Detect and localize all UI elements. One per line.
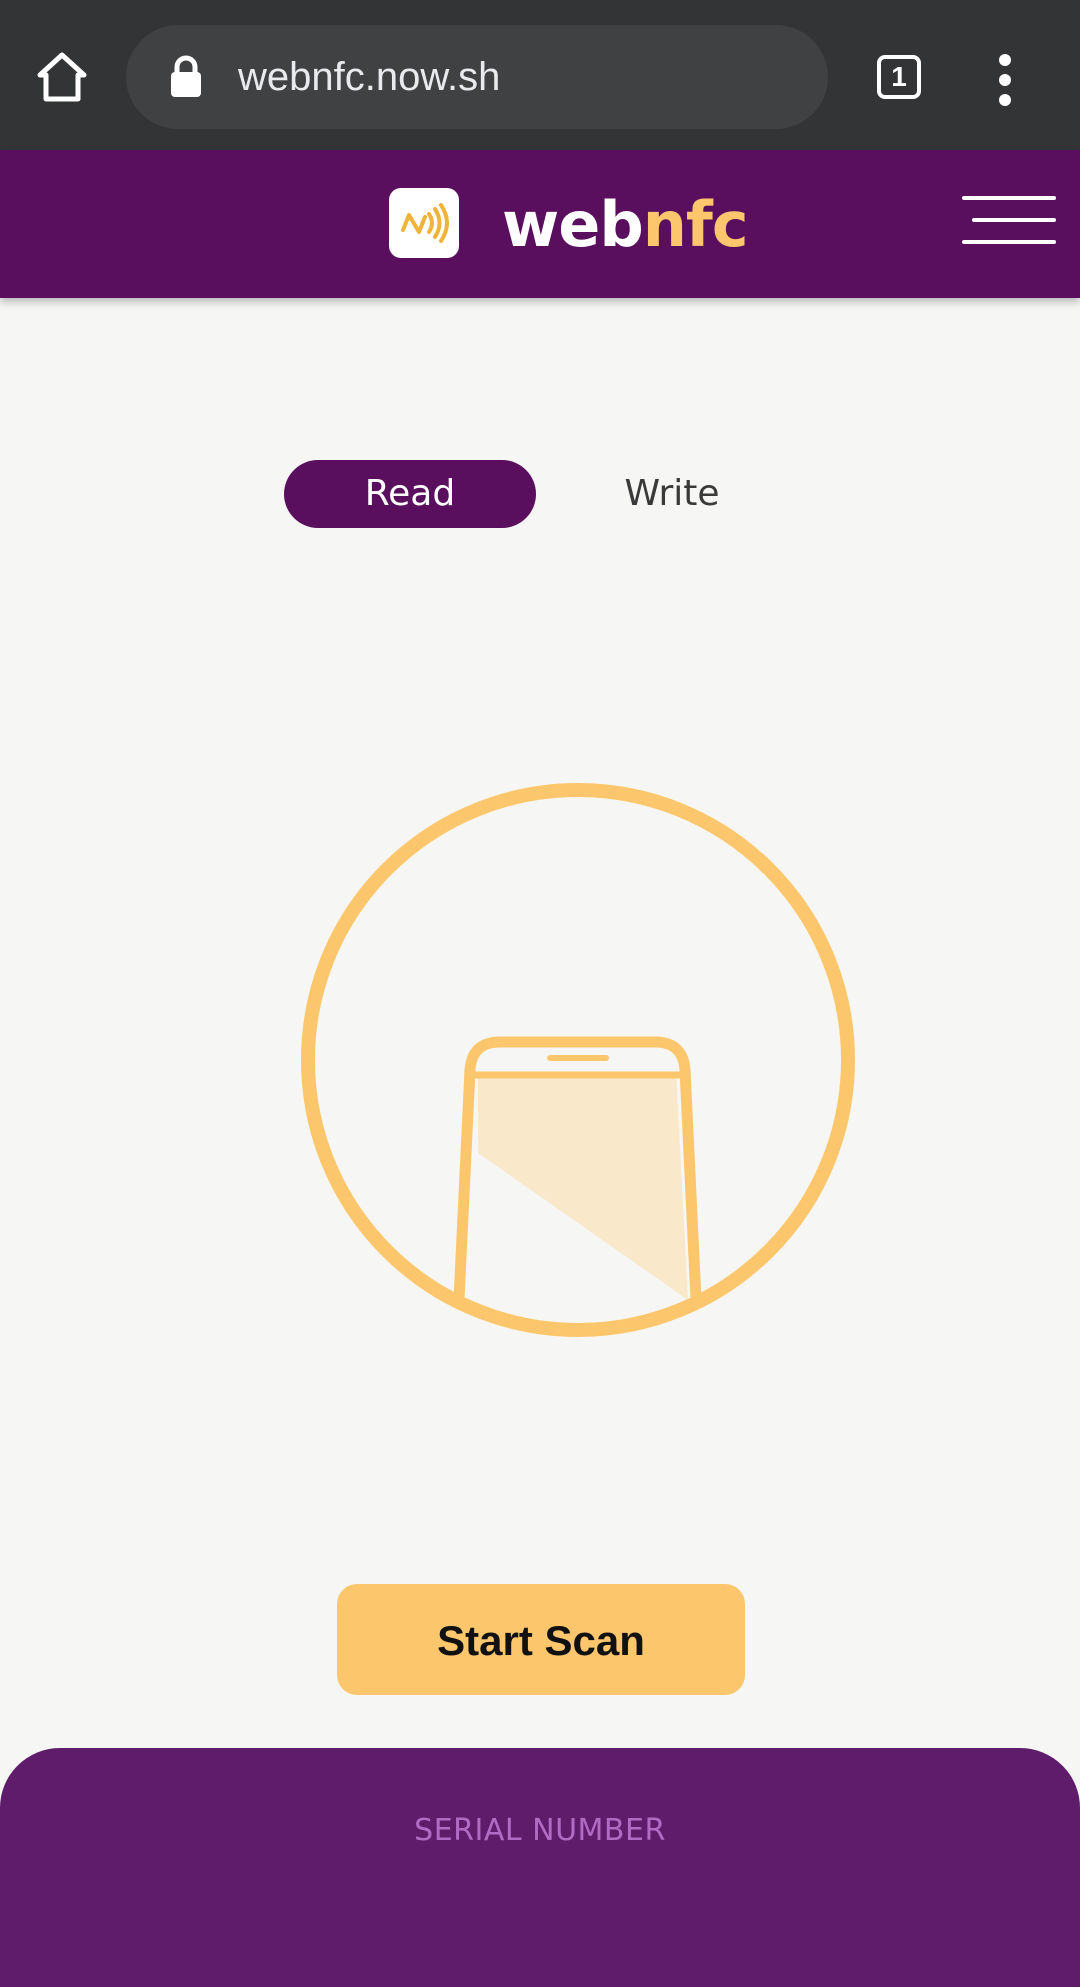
hamburger-menu-icon [962, 240, 1056, 244]
home-icon [37, 52, 87, 102]
browser-toolbar: webnfc.now.sh 1 [0, 0, 1080, 150]
browser-menu-button[interactable] [985, 50, 1025, 110]
address-bar[interactable]: webnfc.now.sh [126, 25, 828, 129]
hamburger-menu-icon [962, 196, 1056, 200]
nfc-icon [401, 203, 449, 243]
result-panel: SERIAL NUMBER [0, 1748, 1080, 1987]
brand-web-text: web [502, 188, 644, 261]
lock-icon [171, 55, 201, 97]
url-text[interactable]: webnfc.now.sh [238, 25, 500, 129]
app-header: webnfc [0, 150, 1080, 298]
phone-scan-icon [301, 783, 855, 1337]
tab-read[interactable]: Read [284, 460, 536, 528]
tab-switcher-button[interactable]: 1 [873, 51, 925, 103]
tab-write[interactable]: Write [590, 460, 754, 528]
serial-number-label: SERIAL NUMBER [414, 1813, 666, 1848]
home-button[interactable] [30, 45, 94, 109]
brand-nfc-text: nfc [642, 188, 749, 261]
more-vert-icon [999, 54, 1011, 106]
start-scan-button[interactable]: Start Scan [337, 1584, 745, 1695]
tab-count: 1 [877, 55, 921, 99]
nfc-logo[interactable] [389, 188, 459, 258]
brand-wordmark[interactable]: webnfc [502, 180, 749, 270]
hamburger-menu-button[interactable] [962, 196, 1056, 252]
hamburger-menu-icon [972, 218, 1056, 222]
